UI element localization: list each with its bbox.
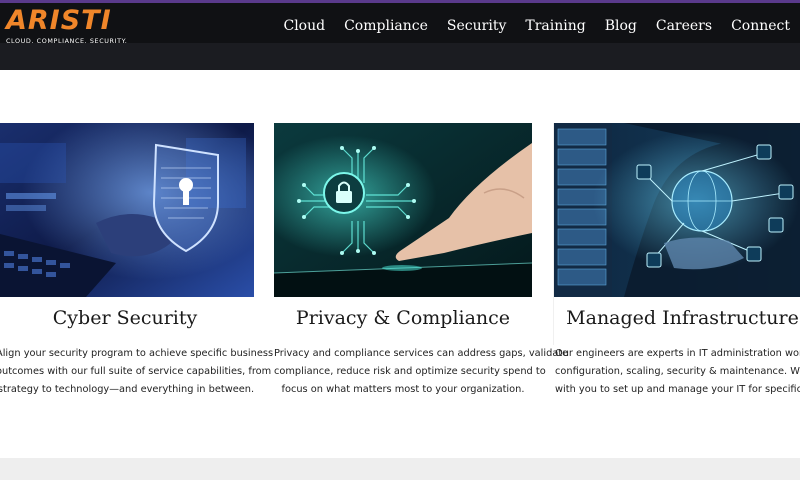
card-title: Privacy & Compliance <box>295 307 511 329</box>
service-card-privacy-compliance[interactable]: Privacy & Compliance <box>274 123 532 345</box>
site-header: ARISTI CLOUD. COMPLIANCE. SECURITY. Clou… <box>0 3 800 46</box>
main-nav: Cloud Compliance Security Training Blog … <box>264 6 790 46</box>
nav-blog[interactable]: Blog <box>605 18 637 34</box>
description-line: focus on what matters most to your organ… <box>281 384 525 395</box>
nav-connect[interactable]: Connect <box>731 18 790 34</box>
nav-careers[interactable]: Careers <box>656 18 712 34</box>
section-divider <box>0 458 800 480</box>
description-line: compliance, reduce risk and optimize sec… <box>274 366 546 377</box>
description-line: with you to set up and manage your IT fo… <box>555 384 800 395</box>
circuit-lock-icon <box>274 123 532 297</box>
nav-compliance[interactable]: Compliance <box>344 18 428 34</box>
server-globe-icon <box>554 123 800 297</box>
card-description-cyber-security: Align your security program to achieve s… <box>0 345 274 399</box>
brand-name: ARISTI <box>6 5 112 36</box>
header-band <box>0 43 800 70</box>
brand-logo[interactable]: ARISTI CLOUD. COMPLIANCE. SECURITY. <box>6 5 136 46</box>
description-line: Privacy and compliance services can addr… <box>274 348 569 359</box>
service-card-cyber-security[interactable]: Cyber Security <box>0 123 254 345</box>
description-line: outcomes with our full suite of service … <box>0 366 272 377</box>
card-title: Cyber Security <box>52 307 198 329</box>
card-description-managed-infrastructure: Our engineers are experts in IT administ… <box>555 345 800 399</box>
nav-training[interactable]: Training <box>525 18 585 34</box>
nav-security[interactable]: Security <box>447 18 506 34</box>
card-description-privacy-compliance: Privacy and compliance services can addr… <box>274 345 569 399</box>
description-line: strategy to technology—and everything in… <box>0 384 255 395</box>
description-line: configuration, scaling, security & maint… <box>555 366 800 377</box>
card-title: Managed Infrastructure <box>566 307 799 329</box>
shield-lock-icon <box>0 123 254 297</box>
service-card-managed-infrastructure[interactable]: Managed Infrastructure <box>553 123 800 345</box>
description-line: Align your security program to achieve s… <box>0 348 274 359</box>
nav-cloud[interactable]: Cloud <box>283 18 325 34</box>
description-line: Our engineers are experts in IT administ… <box>555 348 800 359</box>
